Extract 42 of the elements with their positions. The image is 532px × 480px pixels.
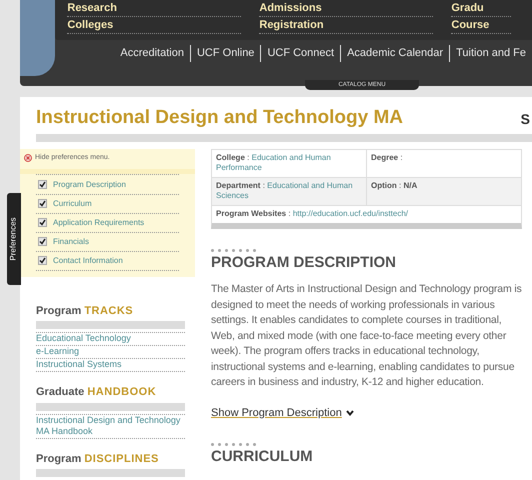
page-heading-text: S <box>520 110 530 129</box>
nav-menu-link[interactable]: Gradu <box>451 0 512 17</box>
nav-menu-link[interactable]: Colleges <box>67 17 242 34</box>
nav-menu-link[interactable]: Admissions <box>259 0 434 17</box>
section-heading: CURRICULUM <box>211 448 314 466</box>
preference-checkbox[interactable] <box>38 256 47 265</box>
sidebar-heading: Program DISCIPLINES <box>36 452 160 466</box>
sidebar-link[interactable]: Educational Technology <box>36 333 185 346</box>
nav-menu-link[interactable]: Research <box>67 0 242 17</box>
preference-option[interactable]: Curriculum <box>53 198 92 210</box>
sidebar-link[interactable]: e-Learning <box>36 346 185 359</box>
info-cell-text: Degree : <box>370 152 404 164</box>
preference-checkbox[interactable] <box>38 237 47 246</box>
preference-option[interactable]: Financials <box>53 236 90 248</box>
section-heading: PROGRAM DESCRIPTION <box>211 254 398 272</box>
nav-menu-link[interactable]: Registration <box>259 17 434 34</box>
chevron-down-icon <box>346 410 354 416</box>
info-cell-text: Program Websites : http://education.ucf.edu/insttech/ <box>215 208 409 220</box>
info-cell-text: Option : N/A <box>370 180 418 192</box>
quick-link[interactable]: UCF Connect <box>260 45 340 62</box>
preference-option[interactable]: Contact Information <box>53 254 123 266</box>
sidebar-link[interactable]: Instructional Systems <box>36 359 185 372</box>
preference-checkbox[interactable] <box>38 199 47 208</box>
quick-link[interactable]: Tuition and Fe <box>449 45 532 62</box>
show-description-link[interactable]: Show Program Description <box>211 404 342 421</box>
page-title: Instructional Design and Technology MA <box>36 106 404 130</box>
quick-link[interactable]: Accreditation <box>114 45 190 62</box>
nav-menu-link[interactable]: Course <box>451 17 512 34</box>
quick-link[interactable]: Academic Calendar <box>340 45 450 62</box>
preference-checkbox[interactable] <box>38 180 47 189</box>
preference-option[interactable]: Application Requirements <box>53 216 144 228</box>
sidebar-heading: Graduate HANDBOOK <box>36 385 158 400</box>
sidebar-heading: Program TRACKS <box>36 304 134 318</box>
quick-link[interactable]: UCF Online <box>190 45 260 62</box>
sidebar-link[interactable]: Instructional Design and Technology MA Handbook <box>36 414 185 438</box>
dot-divider <box>211 249 256 252</box>
preferences-tab[interactable]: Preferences <box>7 193 21 285</box>
section-paragraph: The Master of Arts in Instructional Design and Technology program is designed to meet the needs of working professionals in various settings. It enables candidates to complete courses in traditional, Web, and mixed mode (with one face-to-face meeting every other week). The program offers tracks in educational technology, instructional systems and e-learning, enabling candidates to pursue careers in business and industry, K-12 and higher education. <box>211 282 522 390</box>
preference-option[interactable]: Program Description <box>53 178 126 190</box>
preference-checkbox[interactable] <box>38 218 47 227</box>
dot-divider <box>211 443 256 446</box>
close-icon[interactable] <box>24 154 32 162</box>
